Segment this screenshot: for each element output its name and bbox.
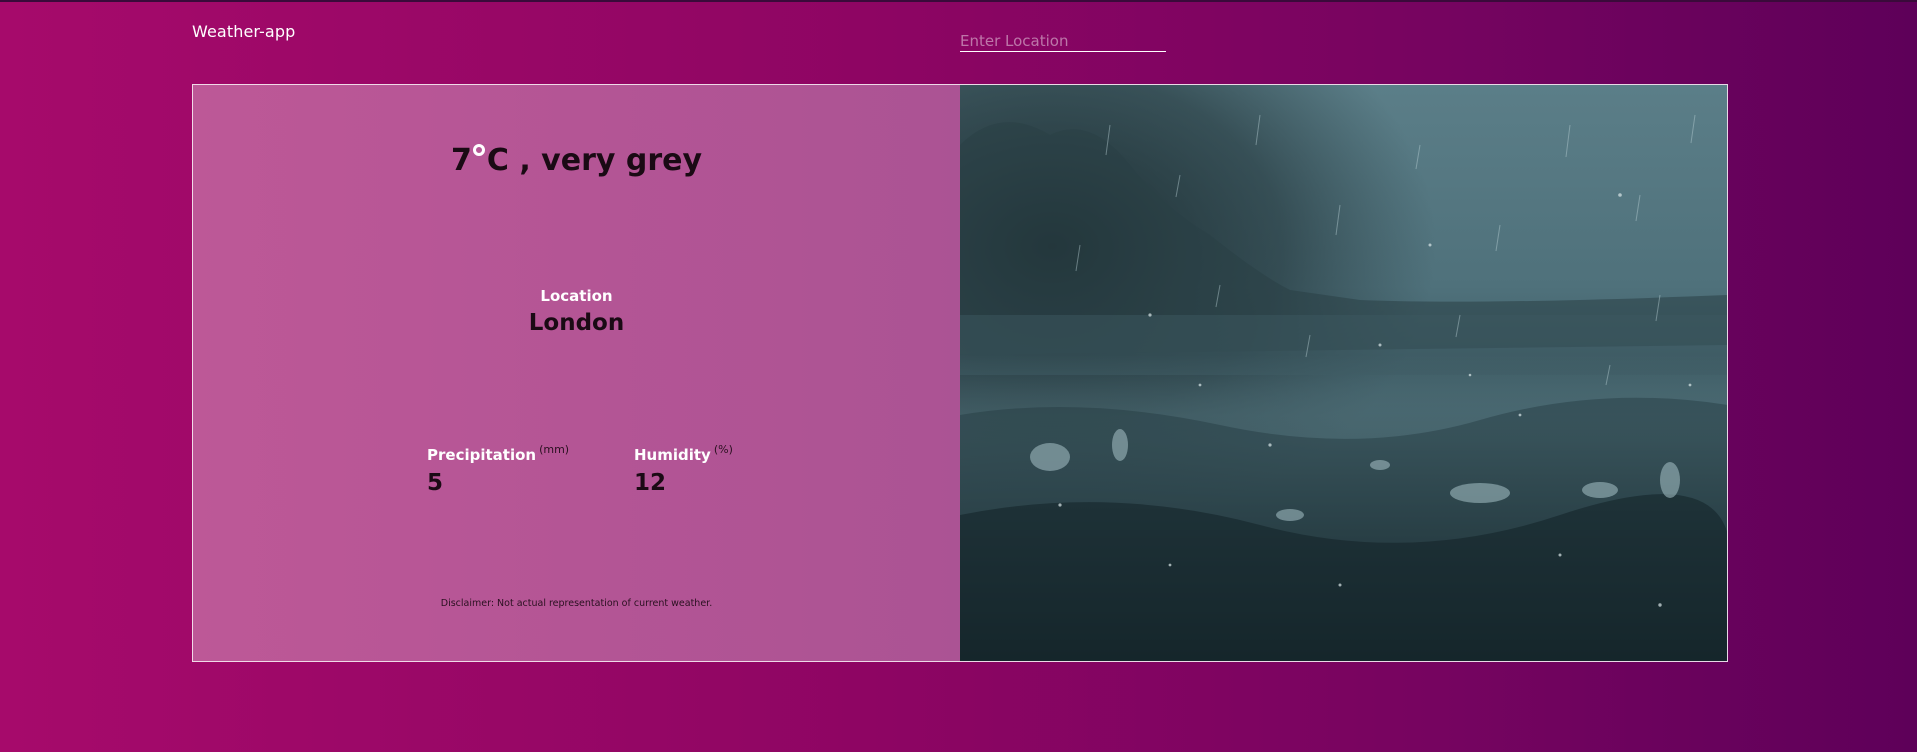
disclaimer-text: Disclaimer: Not actual representation of… (440, 598, 713, 609)
weather-card: 7C , very grey Location London Precipita… (192, 84, 1728, 662)
app-brand[interactable]: Weather-app (192, 22, 295, 41)
degree-icon (472, 144, 485, 156)
rain-photo (960, 85, 1727, 661)
humidity-stat: Humidity (%) 12 (634, 443, 733, 496)
location-label: Location (540, 287, 613, 305)
precipitation-unit: (mm) (539, 443, 570, 456)
top-edge (0, 0, 1917, 2)
humidity-unit: (%) (713, 443, 733, 456)
humidity-label: Humidity (634, 446, 711, 464)
location-search-input[interactable] (960, 30, 1166, 52)
precipitation-value: 5 (427, 470, 444, 496)
temperature-unit: C (486, 143, 509, 178)
humidity-value: 12 (634, 470, 667, 496)
precipitation-label: Precipitation (427, 446, 537, 464)
temperature-value: 7 (450, 143, 472, 178)
weather-condition: , very grey (508, 143, 703, 178)
weather-info-panel: 7C , very grey Location London Precipita… (193, 85, 960, 661)
precipitation-stat: Precipitation (mm) 5 (427, 443, 569, 496)
rain-image (960, 85, 1727, 661)
temperature-heading: 7C , very grey (193, 143, 960, 178)
location-value: London (528, 310, 625, 336)
